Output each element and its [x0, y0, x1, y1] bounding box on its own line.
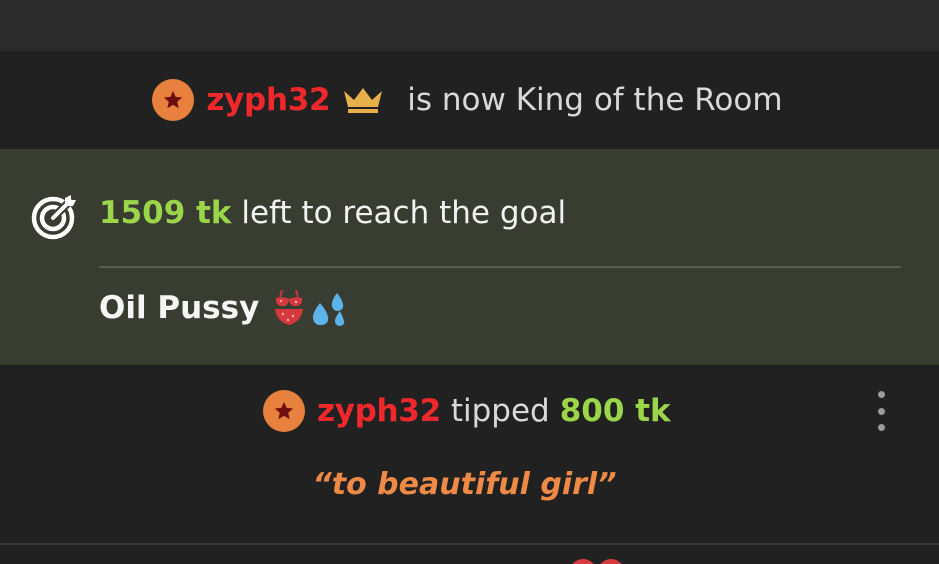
chat-feed: zyph32 is now King of the Room 1509 tk l…: [0, 0, 939, 564]
sweat-droplets-emoji-icon: [309, 289, 349, 327]
tip-verb: tipped: [450, 393, 550, 429]
goal-remaining-text: left to reach the goal: [241, 195, 567, 231]
tip-username[interactable]: zyph32: [317, 393, 441, 429]
next-message-area: [0, 545, 939, 564]
tip-note: “to beautiful girl”: [312, 467, 617, 502]
king-message: is now King of the Room: [407, 82, 783, 118]
star-badge-icon: [263, 390, 305, 432]
target-goal-icon: [30, 194, 78, 240]
goal-divider: [99, 266, 901, 268]
tip-line: zyph32 tipped 800 tk: [263, 390, 671, 432]
tip-message-row: zyph32 tipped 800 tk “to beautiful girl”: [0, 367, 939, 543]
king-of-room-notice: zyph32 is now King of the Room: [0, 51, 939, 149]
goal-title-row: Oil Pussy: [99, 289, 349, 327]
goal-amount: 1509 tk: [99, 195, 232, 231]
tip-amount: 800 tk: [559, 393, 671, 429]
goal-remaining-line: 1509 tk left to reach the goal: [99, 195, 566, 231]
previous-message-area: [0, 0, 939, 51]
heart-icon: [568, 557, 628, 564]
star-badge-icon: [152, 79, 195, 121]
goal-title: Oil Pussy: [99, 290, 260, 326]
bikini-emoji-icon: [273, 289, 305, 327]
crown-icon: [342, 87, 384, 113]
goal-panel: 1509 tk left to reach the goal Oil Pussy: [0, 149, 939, 365]
more-vertical-icon[interactable]: [868, 389, 894, 433]
king-username[interactable]: zyph32: [206, 82, 330, 118]
